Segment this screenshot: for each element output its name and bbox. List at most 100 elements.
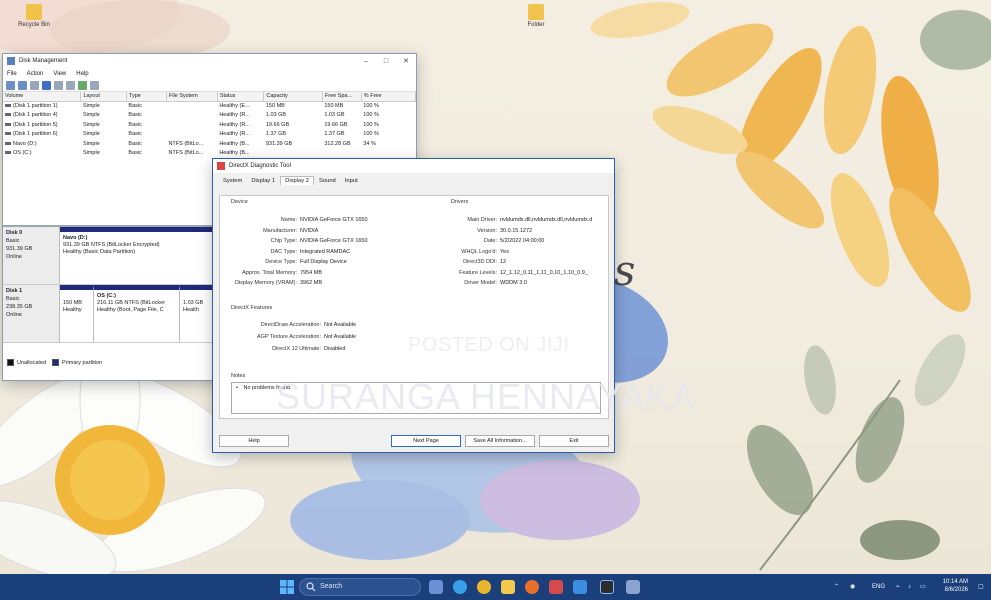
table-cell: Basic bbox=[128, 103, 142, 109]
field-value: 3962 MB bbox=[300, 280, 323, 286]
desktop-icon-folder[interactable]: Folder bbox=[514, 4, 558, 28]
table-row[interactable]: (Disk 1 partition 1) Simple Basic Healthy (… bbox=[3, 101, 416, 111]
chrome-icon[interactable] bbox=[477, 580, 491, 594]
field-value: Full Display Device bbox=[300, 259, 347, 265]
field-value: nvldumdx.dll,nvldumdx.dll,nvldumdx.d bbox=[500, 217, 593, 223]
table-row[interactable]: OS (C:) Simple Basic NTFS (BitLo... Healthy … bbox=[3, 149, 416, 159]
dxdiag-icon bbox=[217, 162, 225, 170]
column-header[interactable]: File System bbox=[166, 92, 218, 102]
widgets-icon[interactable] bbox=[429, 580, 443, 594]
edge-icon[interactable] bbox=[453, 580, 467, 594]
tab-sound[interactable]: Sound bbox=[315, 177, 340, 185]
menu-help[interactable]: Help bbox=[76, 71, 88, 77]
table-row[interactable]: (Disk 1 partition 4) Simple Basic Healthy (… bbox=[3, 111, 416, 121]
volume-name-cell: (Disk 1 partition 6) bbox=[3, 130, 81, 140]
field-value: WDDM 3.0 bbox=[500, 280, 527, 286]
forward-icon[interactable] bbox=[18, 80, 27, 90]
partition-efi[interactable]: 150 MB Healthy bbox=[60, 285, 94, 342]
firefox-icon[interactable] bbox=[525, 580, 539, 594]
driver-row: Driver Model: WDDM 3.0 bbox=[435, 280, 527, 286]
menu-action[interactable]: Action bbox=[27, 71, 44, 77]
media-icon[interactable] bbox=[573, 580, 587, 594]
field-label: Chip Type: bbox=[270, 238, 297, 244]
feature-row: DirectDraw Acceleration: Not Available bbox=[231, 322, 356, 328]
xbox-icon[interactable] bbox=[600, 580, 614, 594]
table-cell: Basic bbox=[128, 150, 142, 157]
dxdiag-titlebar[interactable]: DirectX Diagnostic Tool bbox=[213, 159, 614, 173]
table-cell bbox=[166, 111, 217, 121]
field-label: Name: bbox=[280, 217, 297, 223]
disk-icon[interactable] bbox=[66, 80, 75, 90]
start-icon[interactable] bbox=[280, 580, 294, 594]
device-row: Name: NVIDIA GeForce GTX 1650 bbox=[217, 217, 368, 223]
column-header[interactable]: Status bbox=[217, 92, 265, 102]
menu-view[interactable]: View bbox=[53, 71, 66, 77]
tab-bar: System Display 1 Display 2 Sound Input bbox=[213, 173, 614, 185]
disk-management-titlebar[interactable]: Disk Management – □ ✕ bbox=[3, 54, 416, 68]
table-row[interactable]: (Disk 1 partition 6) Simple Basic Healthy (… bbox=[3, 130, 416, 140]
menu-file[interactable]: File bbox=[7, 71, 17, 77]
field-label: DAC Type: bbox=[270, 248, 298, 255]
list-icon[interactable] bbox=[30, 80, 39, 90]
close-button[interactable]: ✕ bbox=[396, 57, 416, 65]
help-button[interactable]: Help bbox=[219, 435, 289, 447]
language-indicator[interactable]: ENG bbox=[872, 574, 885, 600]
driver-row: Feature Levels: 12_1,12_0,11_1,11_0,10_1,… bbox=[435, 270, 588, 276]
volume-icon bbox=[5, 122, 11, 126]
field-label: Feature Levels: bbox=[459, 269, 497, 276]
battery-icon[interactable]: ▭ bbox=[920, 574, 926, 600]
table-cell: Simple bbox=[82, 112, 100, 119]
app-icon[interactable] bbox=[626, 580, 640, 594]
column-header[interactable]: Layout bbox=[80, 92, 127, 102]
volume-icon bbox=[5, 113, 11, 117]
store-icon[interactable] bbox=[549, 580, 563, 594]
table-cell: 1.37 GB bbox=[265, 131, 287, 138]
table-row[interactable]: (Disk 1 partition 5) Simple Basic Healthy (… bbox=[3, 120, 416, 130]
tab-display-1[interactable]: Display 1 bbox=[247, 177, 279, 185]
exit-button[interactable]: Exit bbox=[539, 435, 609, 447]
save-all-information-button[interactable]: Save All Information... bbox=[465, 435, 535, 447]
volume-icon[interactable]: ♪ bbox=[908, 574, 911, 600]
tab-display-2[interactable]: Display 2 bbox=[280, 176, 315, 185]
table-cell: Basic bbox=[128, 131, 142, 138]
table-cell bbox=[166, 101, 217, 111]
column-header[interactable]: Type bbox=[126, 92, 167, 102]
partition-os[interactable]: OS (C:) 216.11 GB NTFS (BitLocker Health… bbox=[94, 285, 180, 342]
tab-system[interactable]: System bbox=[219, 177, 246, 185]
table-cell: Simple bbox=[82, 131, 100, 138]
device-row: Device Type: Full Display Device bbox=[217, 259, 347, 265]
tray-app-icon[interactable]: ◉ bbox=[850, 574, 855, 600]
table-row[interactable]: Navo (D:) Simple Basic NTFS (BitLo... Health… bbox=[3, 139, 416, 149]
taskbar-clock[interactable]: 10:14 AM 8/6/2026 bbox=[938, 578, 968, 594]
column-header[interactable]: Volume bbox=[3, 92, 82, 102]
check-icon[interactable] bbox=[78, 80, 87, 90]
unallocated-swatch bbox=[7, 359, 14, 366]
toolbar bbox=[3, 79, 416, 92]
driver-row: WHQL Logo'd: Yes bbox=[435, 249, 509, 255]
file-explorer-icon[interactable] bbox=[501, 580, 515, 594]
next-page-button[interactable]: Next Page bbox=[391, 435, 461, 447]
minimize-button[interactable]: – bbox=[356, 58, 376, 65]
tray-chevron-icon[interactable]: ⌃ bbox=[834, 574, 839, 600]
table-cell: Simple bbox=[82, 121, 100, 128]
table-cell: 150 MB bbox=[324, 103, 344, 109]
table-cell: Healthy (R... bbox=[219, 131, 250, 138]
grid-icon[interactable] bbox=[90, 80, 99, 90]
tab-input[interactable]: Input bbox=[341, 177, 362, 185]
taskbar: Search ⌃ ◉ ENG ⌁ ♪ ▭ 10:14 AM 8/6/2026 ▢ bbox=[0, 574, 991, 600]
taskbar-search[interactable]: Search bbox=[299, 578, 421, 596]
field-value: NVIDIA GeForce GTX 1650 bbox=[300, 217, 368, 223]
table-cell: Healthy (R... bbox=[219, 121, 250, 128]
notification-icon[interactable]: ▢ bbox=[978, 574, 984, 600]
network-icon[interactable]: ⌁ bbox=[896, 574, 900, 600]
column-header[interactable]: Capacity bbox=[263, 92, 323, 102]
properties-icon[interactable] bbox=[54, 80, 63, 90]
desktop-icon-recycle-bin[interactable]: Recycle Bin bbox=[12, 4, 56, 28]
column-header[interactable]: Free Spa... bbox=[322, 92, 362, 102]
column-header[interactable]: % Free bbox=[361, 92, 416, 102]
help-icon[interactable] bbox=[42, 80, 51, 90]
table-cell: Simple bbox=[82, 103, 100, 109]
maximize-button[interactable]: □ bbox=[376, 58, 396, 65]
back-icon[interactable] bbox=[6, 80, 15, 90]
table-cell: 1.03 GB bbox=[324, 112, 345, 119]
